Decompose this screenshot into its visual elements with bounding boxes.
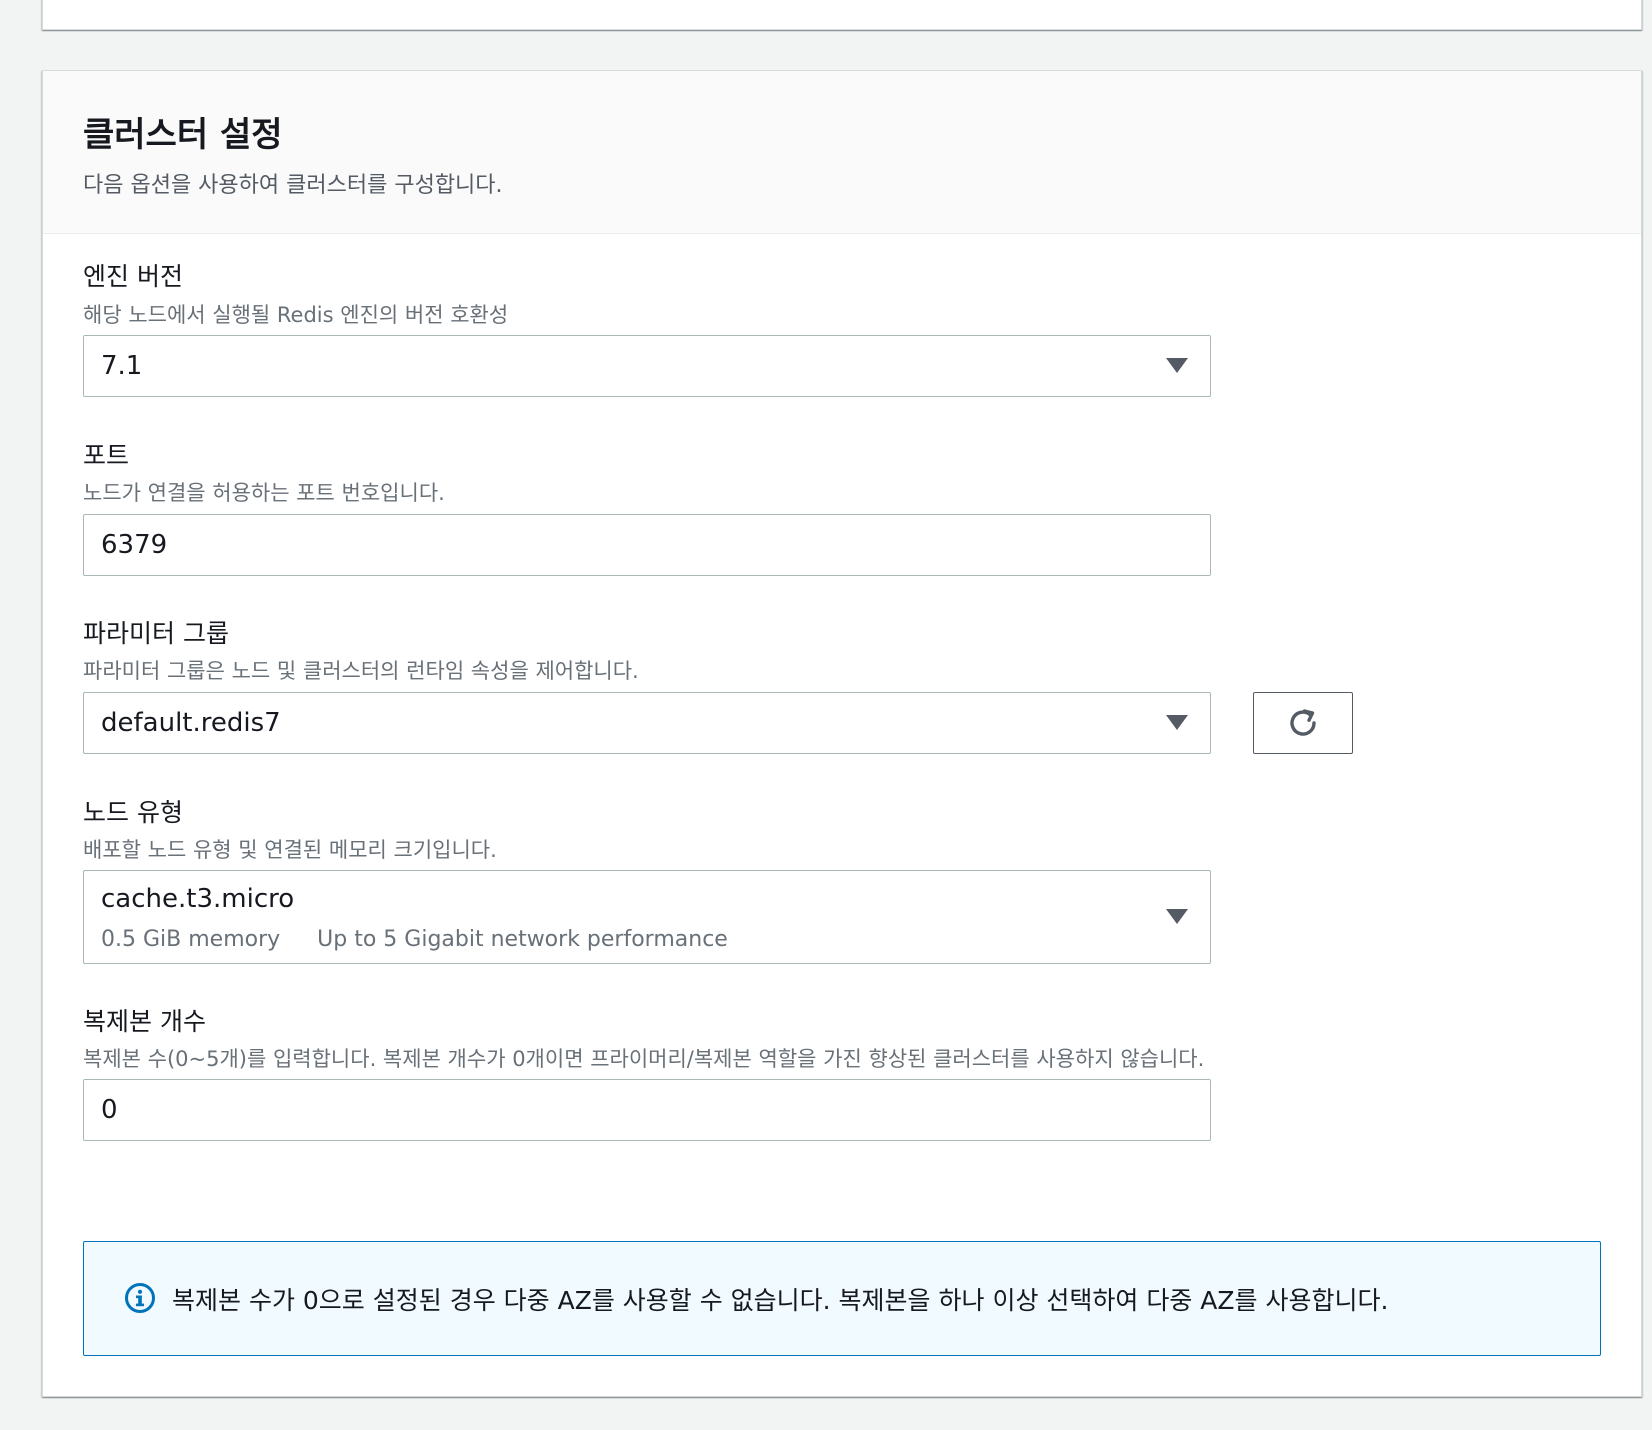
node-type-value: cache.t3.micro [101,884,295,914]
port-label: 포트 [83,441,130,470]
replicas-value: 0 [101,1095,118,1125]
info-icon [125,1283,155,1313]
node-type-description: 배포할 노드 유형 및 연결된 메모리 크기입니다. [83,838,497,862]
parameter-group-description: 파라미터 그룹은 노드 및 클러스터의 런타임 속성을 제어합니다. [83,659,639,683]
node-type-memory: 0.5 GiB memory [101,927,281,952]
engine-version-label: 엔진 버전 [83,262,183,291]
node-type-network: Up to 5 Gigabit network performance [317,927,728,952]
replicas-description: 복제본 수(0~5개)를 입력합니다. 복제본 개수가 0개이면 프라이머리/복… [83,1047,1205,1071]
previous-panel [42,0,1642,30]
panel-title: 클러스터 설정 [83,115,283,155]
caret-down-icon [1166,715,1188,730]
port-value: 6379 [101,530,168,560]
caret-down-icon [1166,358,1188,373]
caret-down-icon [1166,909,1188,924]
info-alert: 복제본 수가 0으로 설정된 경우 다중 AZ를 사용할 수 없습니다. 복제본… [83,1241,1601,1356]
replicas-input[interactable]: 0 [83,1079,1211,1141]
engine-version-description: 해당 노드에서 실행될 Redis 엔진의 버전 호환성 [83,303,509,327]
replicas-label: 복제본 개수 [83,1007,206,1036]
parameter-group-label: 파라미터 그룹 [83,619,229,648]
port-description: 노드가 연결을 허용하는 포트 번호입니다. [83,481,445,505]
port-input[interactable]: 6379 [83,514,1211,576]
info-alert-text: 복제본 수가 0으로 설정된 경우 다중 AZ를 사용할 수 없습니다. 복제본… [172,1286,1389,1315]
cluster-settings-panel: 클러스터 설정 다음 옵션을 사용하여 클러스터를 구성합니다. 엔진 버전 해… [42,70,1642,1397]
node-type-select[interactable]: cache.t3.micro 0.5 GiB memory Up to 5 Gi… [83,870,1211,964]
parameter-group-value: default.redis7 [101,708,281,738]
panel-header: 클러스터 설정 다음 옵션을 사용하여 클러스터를 구성합니다. [43,71,1641,234]
refresh-button[interactable] [1253,692,1353,754]
refresh-icon [1290,709,1316,736]
parameter-group-select[interactable]: default.redis7 [83,692,1211,754]
engine-version-value: 7.1 [101,351,143,381]
engine-version-select[interactable]: 7.1 [83,335,1211,397]
node-type-details: 0.5 GiB memory Up to 5 Gigabit network p… [101,927,758,952]
panel-description: 다음 옵션을 사용하여 클러스터를 구성합니다. [83,173,503,198]
node-type-label: 노드 유형 [83,798,183,827]
